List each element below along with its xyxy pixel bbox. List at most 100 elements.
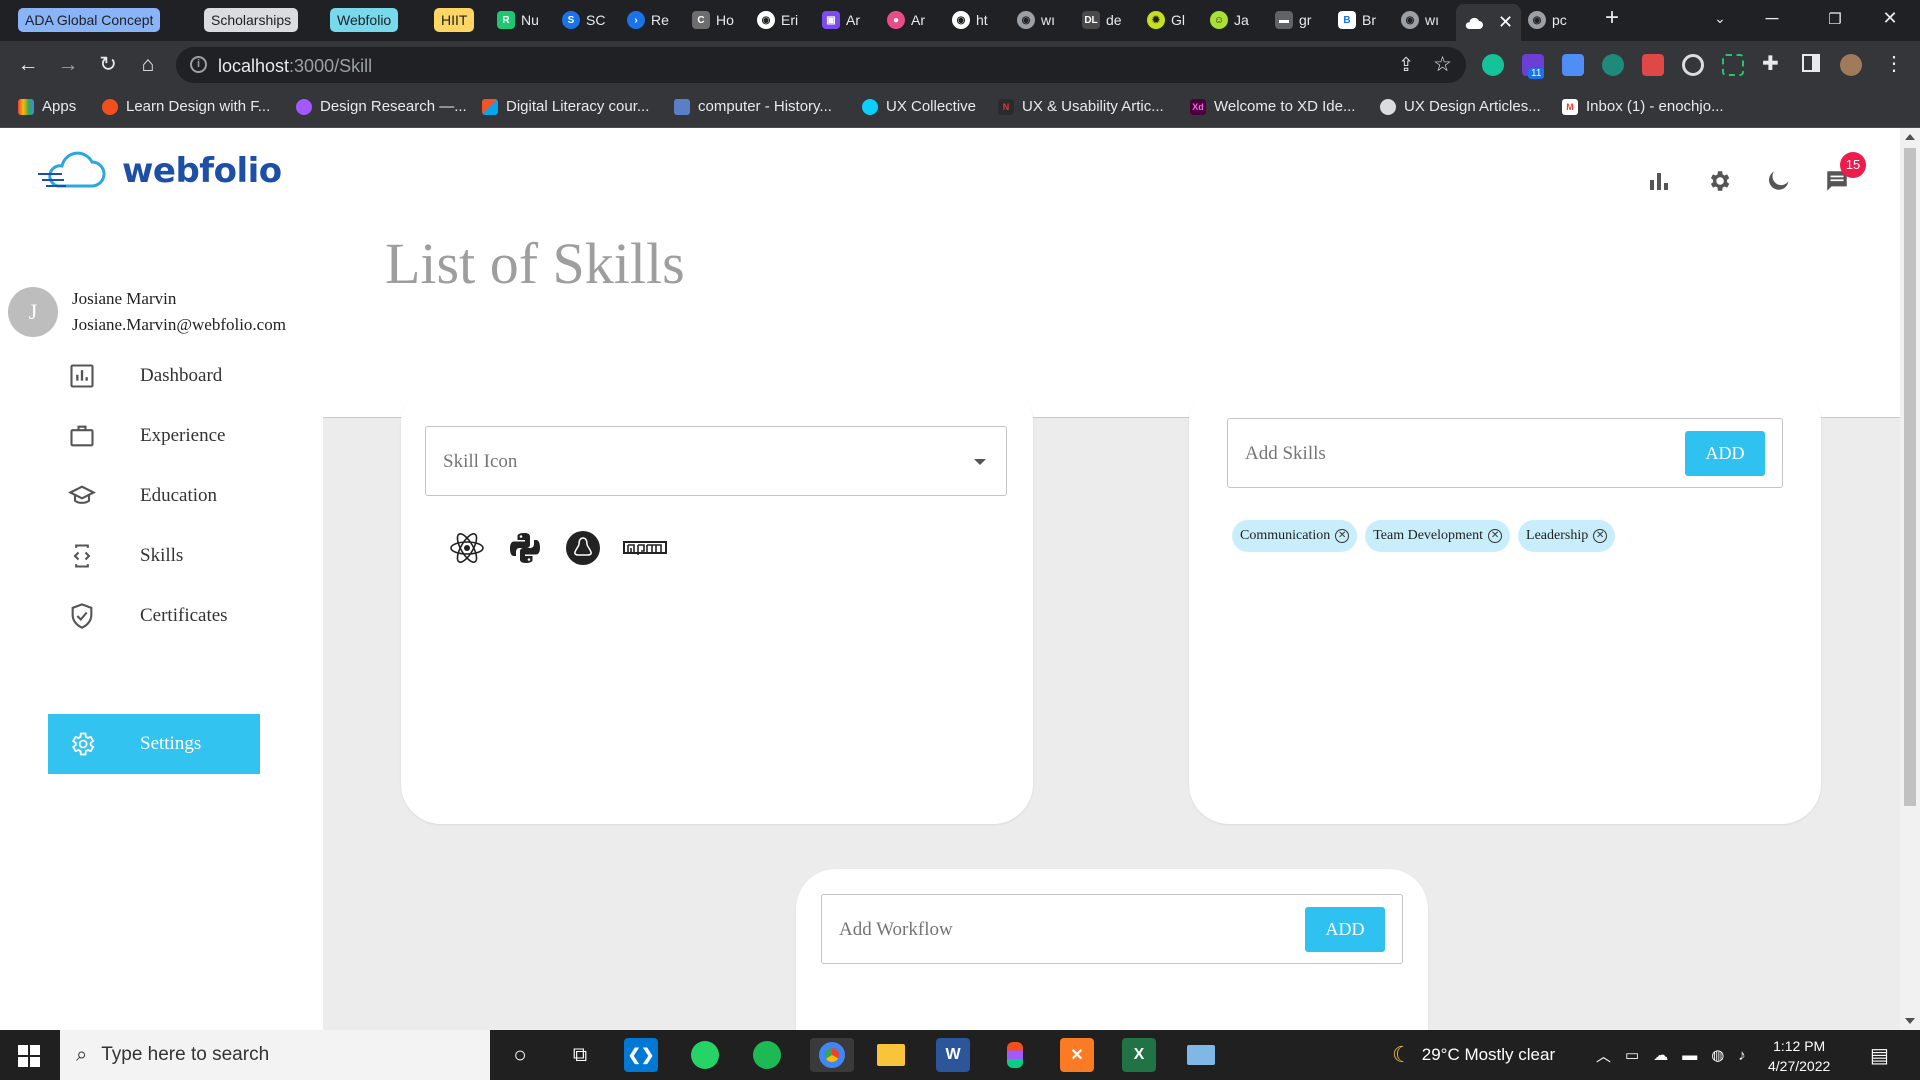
- browser-tab[interactable]: ▣ Ar: [822, 6, 885, 34]
- home-icon[interactable]: ⌂: [134, 51, 162, 79]
- tab-group-hiit[interactable]: HIIT: [434, 8, 475, 32]
- forward-icon[interactable]: →: [54, 51, 82, 79]
- minimize-button[interactable]: ─: [1752, 8, 1792, 29]
- bookmark-item[interactable]: Digital Literacy cour...: [482, 98, 649, 115]
- bookmark-item[interactable]: Design Research —...: [296, 98, 467, 115]
- scroll-down-icon[interactable]: [1905, 1018, 1915, 1024]
- browser-tab[interactable]: ▬ gr: [1275, 6, 1338, 34]
- user-profile[interactable]: J Josiane Marvin Josiane.Marvin@webfolio…: [8, 286, 286, 338]
- side-panel-icon[interactable]: [1802, 54, 1820, 72]
- browser-tab[interactable]: ◉ Eri: [757, 6, 820, 34]
- browser-tab[interactable]: ◉ ht: [952, 6, 1015, 34]
- close-tab-icon[interactable]: ✕: [1498, 12, 1513, 33]
- new-tab-button[interactable]: +: [1592, 4, 1632, 32]
- sidebar-item-experience[interactable]: Experience: [68, 422, 225, 450]
- extension-icon[interactable]: [1682, 54, 1704, 76]
- volume-icon[interactable]: ♪: [1738, 1047, 1746, 1064]
- add-skills-input[interactable]: Add Skills ADD: [1227, 418, 1783, 488]
- extension-icon[interactable]: [1562, 54, 1584, 76]
- whatsapp-icon[interactable]: [688, 1038, 722, 1072]
- extension-icon[interactable]: [1722, 54, 1744, 76]
- meet-now-icon[interactable]: ▭: [1625, 1046, 1639, 1064]
- browser-tab[interactable]: C Ho: [692, 6, 755, 34]
- network-icon[interactable]: ◍: [1711, 1046, 1724, 1064]
- bar-chart-icon[interactable]: [1644, 166, 1674, 196]
- extension-icon[interactable]: [1642, 54, 1664, 76]
- share-icon[interactable]: ⇪: [1398, 54, 1414, 77]
- chevron-up-icon[interactable]: ︿: [1596, 1045, 1611, 1066]
- sidebar-item-dashboard[interactable]: Dashboard: [68, 362, 222, 390]
- chrome-icon[interactable]: [810, 1038, 854, 1072]
- add-workflow-button[interactable]: ADD: [1305, 907, 1385, 952]
- browser-tab[interactable]: R Nu: [497, 6, 560, 34]
- bookmark-star-icon[interactable]: ☆: [1433, 52, 1452, 77]
- bookmark-item[interactable]: computer - History...: [674, 98, 832, 115]
- battery-icon[interactable]: ▬: [1682, 1047, 1697, 1064]
- sidebar-item-skills[interactable]: Skills: [68, 542, 183, 570]
- grammarly-icon[interactable]: [1482, 54, 1504, 76]
- cortana-icon[interactable]: ○: [503, 1038, 537, 1072]
- bookmark-item[interactable]: Learn Design with F...: [102, 98, 270, 115]
- browser-tab[interactable]: ◉ wı: [1017, 6, 1080, 34]
- browser-tab[interactable]: DL de: [1082, 6, 1145, 34]
- remove-chip-icon[interactable]: ✕: [1593, 529, 1608, 543]
- npm-icon[interactable]: [623, 530, 667, 566]
- restore-button[interactable]: ❐: [1815, 10, 1855, 28]
- gear-icon[interactable]: [1704, 166, 1734, 196]
- linux-icon[interactable]: [565, 530, 601, 566]
- browser-tab[interactable]: ☺ Ja: [1210, 6, 1273, 34]
- file-explorer-icon[interactable]: [874, 1038, 908, 1072]
- figma-icon[interactable]: [998, 1038, 1032, 1072]
- sidebar-item-certificates[interactable]: Certificates: [68, 602, 228, 630]
- add-workflow-input[interactable]: Add Workflow ADD: [821, 894, 1403, 964]
- vscode-icon[interactable]: ❮❯: [624, 1038, 658, 1072]
- tab-search-icon[interactable]: ⌄: [1700, 10, 1740, 27]
- site-info-icon[interactable]: i: [190, 56, 207, 73]
- skill-chip[interactable]: Leadership ✕: [1518, 520, 1616, 552]
- reload-icon[interactable]: ↻: [94, 51, 122, 79]
- bookmark-item[interactable]: M Inbox (1) - enochjo...: [1562, 98, 1724, 115]
- sidebar-item-education[interactable]: Education: [68, 482, 217, 510]
- browser-tab[interactable]: › Re: [627, 6, 690, 34]
- python-icon[interactable]: [507, 530, 543, 566]
- word-icon[interactable]: W: [936, 1038, 970, 1072]
- notifications-icon[interactable]: ▤: [1870, 1030, 1889, 1080]
- logo[interactable]: webfolio: [36, 150, 282, 192]
- menu-icon[interactable]: ⋮: [1884, 51, 1904, 76]
- remove-chip-icon[interactable]: ✕: [1335, 529, 1350, 543]
- bookmark-item[interactable]: N UX & Usability Artic...: [998, 98, 1164, 115]
- browser-tab[interactable]: ◉ wı: [1401, 6, 1464, 34]
- tab-group-scholarships[interactable]: Scholarships: [204, 8, 299, 32]
- xampp-icon[interactable]: ✕: [1060, 1038, 1094, 1072]
- bookmark-apps[interactable]: Apps: [18, 98, 76, 115]
- browser-tab[interactable]: ◉ pc: [1528, 6, 1591, 34]
- browser-tab[interactable]: B Br: [1338, 6, 1401, 34]
- dark-mode-icon[interactable]: [1762, 166, 1792, 196]
- bookmark-item[interactable]: UX Design Articles...: [1380, 98, 1541, 115]
- windows-start-icon[interactable]: [18, 1045, 40, 1067]
- scroll-thumb[interactable]: [1904, 148, 1916, 806]
- react-icon[interactable]: [449, 530, 485, 566]
- scroll-up-icon[interactable]: [1905, 134, 1915, 140]
- excel-icon[interactable]: X: [1122, 1038, 1156, 1072]
- active-tab[interactable]: ✕: [1456, 4, 1521, 41]
- puzzle-icon[interactable]: ✚: [1762, 51, 1779, 76]
- onedrive-icon[interactable]: ☁: [1653, 1046, 1668, 1064]
- browser-tab[interactable]: ● Ar: [887, 6, 950, 34]
- task-view-icon[interactable]: ⧉: [563, 1038, 597, 1072]
- skill-chip[interactable]: Team Development ✕: [1365, 520, 1511, 552]
- skill-icon-select[interactable]: Skill Icon: [425, 426, 1007, 496]
- bookmark-item[interactable]: UX Collective: [862, 98, 976, 115]
- tab-group-webfolio[interactable]: Webfolio: [330, 8, 399, 32]
- clock[interactable]: 1:12 PM 4/27/2022: [1768, 1036, 1830, 1076]
- remote-desktop-icon[interactable]: [1184, 1038, 1218, 1072]
- profile-avatar[interactable]: [1840, 54, 1862, 76]
- browser-tab[interactable]: S SC: [562, 6, 625, 34]
- page-scrollbar[interactable]: [1900, 128, 1920, 1030]
- tab-group-ada[interactable]: ADA Global Concept: [18, 8, 161, 32]
- browser-tab[interactable]: ✹ Gl: [1147, 6, 1210, 34]
- taskbar-search[interactable]: ⌕ Type here to search: [60, 1030, 490, 1080]
- address-bar[interactable]: i localhost:3000/Skill ⇪ ☆: [176, 47, 1466, 83]
- remove-chip-icon[interactable]: ✕: [1488, 529, 1503, 543]
- weather-widget[interactable]: ☾ 29°C Mostly clear: [1392, 1030, 1555, 1080]
